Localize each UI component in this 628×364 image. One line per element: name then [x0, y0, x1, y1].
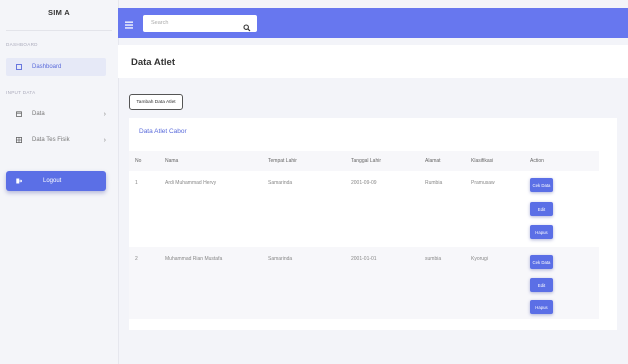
column-header-klasifikasi: Klasifikasi [471, 158, 494, 164]
brand-title: SIM A [47, 8, 71, 17]
add-athlete-button[interactable]: Tambah Data Atlet [129, 94, 183, 110]
logout-label: Logout [43, 178, 62, 184]
cek-data-button[interactable]: Cek Data [530, 255, 553, 269]
page-title: Data Atlet [131, 57, 175, 68]
cell-klasifikasi: Pramusaw [471, 180, 495, 186]
cell-klasifikasi: Kyorugi [471, 256, 488, 262]
column-header-no: No [135, 158, 142, 164]
section-label-dashboard: DASHBOARD [6, 42, 38, 47]
cell-nama: Muhammad Rian Mustafa [165, 256, 223, 262]
grid-icon [16, 137, 28, 143]
top-navbar: Search [118, 8, 628, 38]
cell-no: 1 [135, 180, 138, 186]
search-icon[interactable] [243, 19, 251, 37]
sidebar-item-label: Data Tes Fisik [32, 137, 70, 143]
sidebar-item-data-tes-fisik[interactable]: Data Tes Fisik › [6, 132, 106, 148]
edit-button[interactable]: Edit [530, 278, 553, 292]
chevron-right-icon: › [103, 136, 106, 144]
card-title: Data Atlet Cabor [139, 128, 187, 135]
chevron-right-icon: › [103, 110, 106, 118]
column-header-action: Action [530, 158, 544, 164]
table-header: No Nama Tempat Lahir Tanggal Lahir Alama… [129, 151, 599, 171]
sidebar: SIM A DASHBOARD Dashboard INPUT DATA Dat… [0, 0, 119, 364]
column-header-tanggal-lahir: Tanggal Lahir [351, 158, 382, 164]
cell-alamat: sumbia [425, 256, 442, 262]
athlete-table-card: Data Atlet Cabor No Nama Tempat Lahir Ta… [129, 118, 617, 330]
hapus-button[interactable]: Hapus [530, 300, 553, 314]
cell-tanggal-lahir: 2001-01-01 [351, 256, 377, 262]
search-placeholder: Search [151, 20, 169, 26]
calendar-icon [16, 111, 28, 117]
hapus-button[interactable]: Hapus [530, 225, 553, 239]
sidebar-item-label: Dashboard [32, 64, 62, 70]
logout-icon [16, 178, 22, 184]
edit-button[interactable]: Edit [530, 202, 553, 216]
cell-tempat-lahir: Samarinda [268, 180, 293, 186]
table-row: 1 Ardi Muhammad Hervy Samarinda 2001-09-… [129, 171, 599, 247]
hamburger-menu-icon[interactable] [125, 16, 133, 34]
cell-alamat: Rumbia [425, 180, 443, 186]
logout-button[interactable]: Logout [6, 171, 106, 191]
sidebar-item-label: Data [32, 111, 45, 117]
cek-data-button[interactable]: Cek Data [530, 178, 553, 192]
column-header-alamat: Alamat [425, 158, 441, 164]
section-label-input-data: INPUT DATA [6, 90, 36, 95]
column-header-nama: Nama [165, 158, 179, 164]
cell-tanggal-lahir: 2001-09-09 [351, 180, 377, 186]
cell-tempat-lahir: Samarinda [268, 256, 293, 262]
table-row: 2 Muhammad Rian Mustafa Samarinda 2001-0… [129, 247, 599, 319]
page-header: Data Atlet [118, 45, 628, 78]
column-header-tempat-lahir: Tempat Lahir [268, 158, 297, 164]
search-input[interactable]: Search [143, 15, 257, 32]
cell-no: 2 [135, 256, 138, 262]
dashboard-icon [16, 64, 28, 70]
sidebar-item-dashboard[interactable]: Dashboard [6, 59, 106, 75]
sidebar-item-data[interactable]: Data › [6, 106, 106, 122]
cell-nama: Ardi Muhammad Hervy [165, 180, 217, 186]
divider [6, 30, 112, 31]
